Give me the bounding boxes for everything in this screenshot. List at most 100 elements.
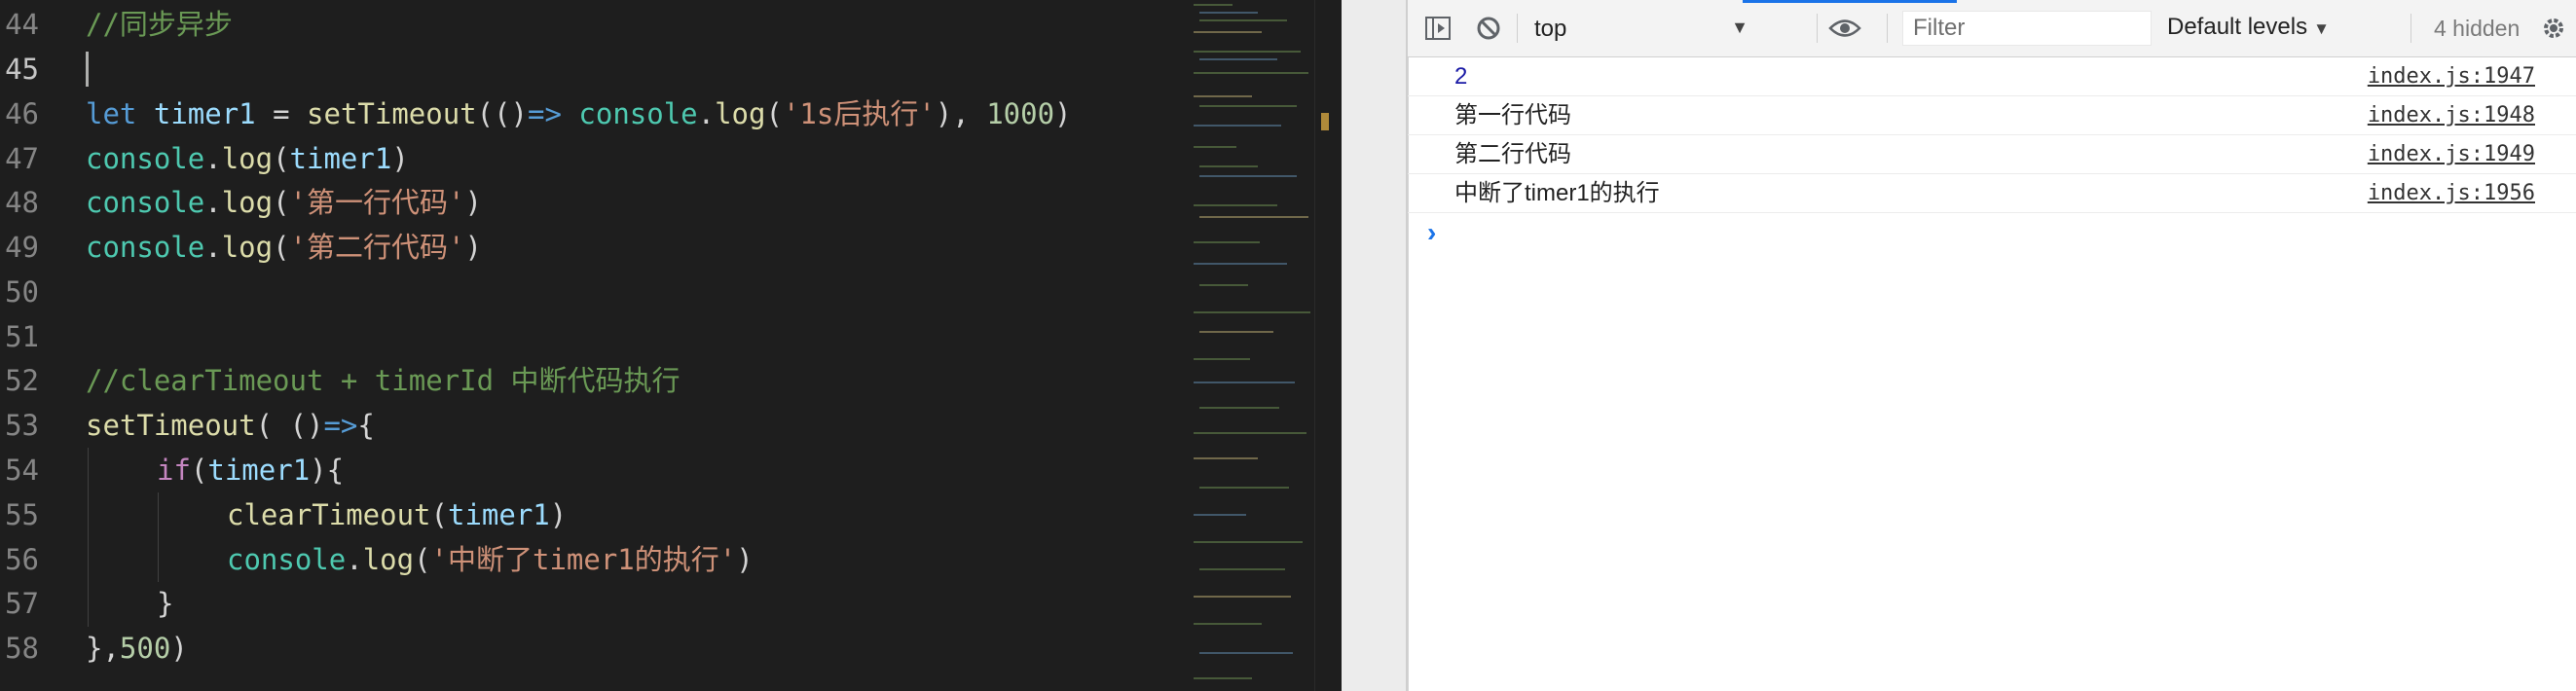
code-punct: ): [549, 498, 568, 531]
minimap-line: [1199, 331, 1273, 333]
console-toolbar: top ▼ Default levels ▼ 4 hidden: [1408, 0, 2576, 57]
line-number: 46: [5, 97, 39, 130]
minimap-line: [1199, 407, 1279, 409]
active-tab-indicator: [1743, 0, 1957, 3]
minimap-line: [1194, 263, 1287, 265]
code-punct: .: [697, 97, 716, 130]
minimap-line: [1199, 19, 1287, 21]
code-number: 1000: [986, 97, 1055, 130]
dropdown-arrow-icon: ▼: [1731, 18, 1748, 37]
code-function: log: [362, 543, 415, 576]
code-punct: ): [464, 231, 482, 264]
minimap[interactable]: [1190, 0, 1314, 691]
console-message-text: 2: [1454, 63, 1468, 90]
editor-scrollbar[interactable]: [1314, 0, 1342, 691]
code-function: setTimeout: [307, 97, 477, 130]
source-link[interactable]: index.js:1948: [2368, 96, 2535, 134]
toolbar-separator: [1817, 14, 1818, 43]
code-punct: ): [391, 142, 409, 175]
line-number: 56: [5, 543, 39, 576]
source-link[interactable]: index.js:1947: [2368, 57, 2535, 95]
filter-box[interactable]: [1902, 11, 2152, 46]
code-number: 500: [119, 632, 171, 665]
context-label: top: [1534, 16, 1567, 42]
console-message-text: 第二行代码: [1454, 141, 1571, 167]
line-number: 51: [5, 320, 39, 353]
line-number: 48: [5, 186, 39, 219]
minimap-line: [1199, 58, 1277, 60]
code-punct: .: [204, 231, 222, 264]
source-link[interactable]: index.js:1956: [2368, 174, 2535, 212]
code-punct: ): [736, 543, 754, 576]
minimap-line: [1199, 284, 1248, 286]
code-punct: (: [414, 543, 431, 576]
minimap-line: [1194, 311, 1310, 313]
sidebar-toggle-icon[interactable]: [1421, 12, 1454, 45]
code-string: '第二行代码': [289, 231, 465, 264]
minimap-line: [1194, 382, 1295, 383]
minimap-line: [1194, 31, 1262, 33]
code-punct: ): [1054, 97, 1072, 130]
code-line-47: console.log(timer1): [86, 136, 409, 181]
line-number: 50: [5, 275, 39, 309]
code-editor[interactable]: 44 45 46 47 48 49 50 51 52 53 54 55 56 5…: [0, 0, 1342, 691]
minimap-line: [1194, 241, 1260, 243]
code-variable: timer1: [153, 97, 256, 130]
live-expression-eye-icon[interactable]: [1828, 12, 1861, 45]
console-message-row: 2 index.js:1947: [1408, 57, 2576, 96]
code-arrow: =>: [528, 97, 562, 130]
code-object: console: [227, 543, 347, 576]
code-function: setTimeout: [86, 409, 256, 442]
code-line-46: let timer1 = setTimeout(()=> console.log…: [86, 91, 1072, 136]
minimap-line: [1199, 216, 1308, 218]
minimap-line: [1194, 541, 1303, 543]
code-punct: (: [430, 498, 448, 531]
minimap-line: [1194, 125, 1281, 127]
log-levels-dropdown[interactable]: Default levels ▼: [2167, 14, 2330, 41]
console-prompt-input[interactable]: ›: [1427, 216, 2547, 251]
window-gap: [1342, 0, 1406, 691]
code-line-56: console.log('中断了timer1的执行'): [227, 537, 754, 582]
line-number: 54: [5, 454, 39, 487]
minimap-line: [1199, 12, 1258, 14]
code-object: console: [578, 97, 698, 130]
code-punct: ),: [935, 97, 987, 130]
code-function: log: [221, 142, 274, 175]
code-line-57: }: [157, 581, 173, 626]
line-number: 45: [5, 53, 39, 86]
minimap-line: [1194, 4, 1233, 6]
code-punct: (: [273, 231, 290, 264]
code-function: log: [221, 231, 274, 264]
line-number: 53: [5, 409, 39, 442]
code-string: '第一行代码': [289, 186, 465, 219]
code-punct: (: [273, 142, 290, 175]
minimap-line: [1199, 165, 1258, 167]
hidden-messages-count[interactable]: 4 hidden: [2434, 16, 2520, 42]
code-line-55: clearTimeout(timer1): [227, 492, 567, 537]
code-punct: },: [86, 632, 120, 665]
code-area[interactable]: //同步异步 let timer1 = setTimeout(()=> cons…: [86, 0, 1186, 691]
code-object: console: [86, 186, 205, 219]
code-function: clearTimeout: [227, 498, 431, 531]
code-punct: ((: [476, 97, 511, 130]
filter-input[interactable]: [1911, 12, 2145, 45]
gear-icon[interactable]: [2537, 12, 2570, 45]
code-keyword: if: [157, 454, 191, 487]
code-line-53: setTimeout( ()=>{: [86, 403, 375, 448]
code-punct: ){: [310, 454, 345, 487]
code-punct: (: [765, 97, 783, 130]
context-selector[interactable]: top ▼: [1528, 8, 1762, 49]
minimap-line: [1194, 677, 1252, 679]
toolbar-separator: [2410, 14, 2411, 43]
console-messages: 2 index.js:1947 第一行代码 index.js:1948 第二行代…: [1408, 57, 2576, 213]
minimap-line: [1194, 204, 1277, 206]
code-punct: .: [204, 142, 222, 175]
clear-console-icon[interactable]: [1472, 12, 1505, 45]
code-comment: //clearTimeout + timerId 中断代码执行: [86, 364, 681, 397]
code-arrow: =>: [323, 409, 358, 442]
line-number: 58: [5, 632, 39, 665]
minimap-line: [1194, 623, 1262, 625]
code-line-52: //clearTimeout + timerId 中断代码执行: [86, 358, 681, 403]
source-link[interactable]: index.js:1949: [2368, 135, 2535, 173]
